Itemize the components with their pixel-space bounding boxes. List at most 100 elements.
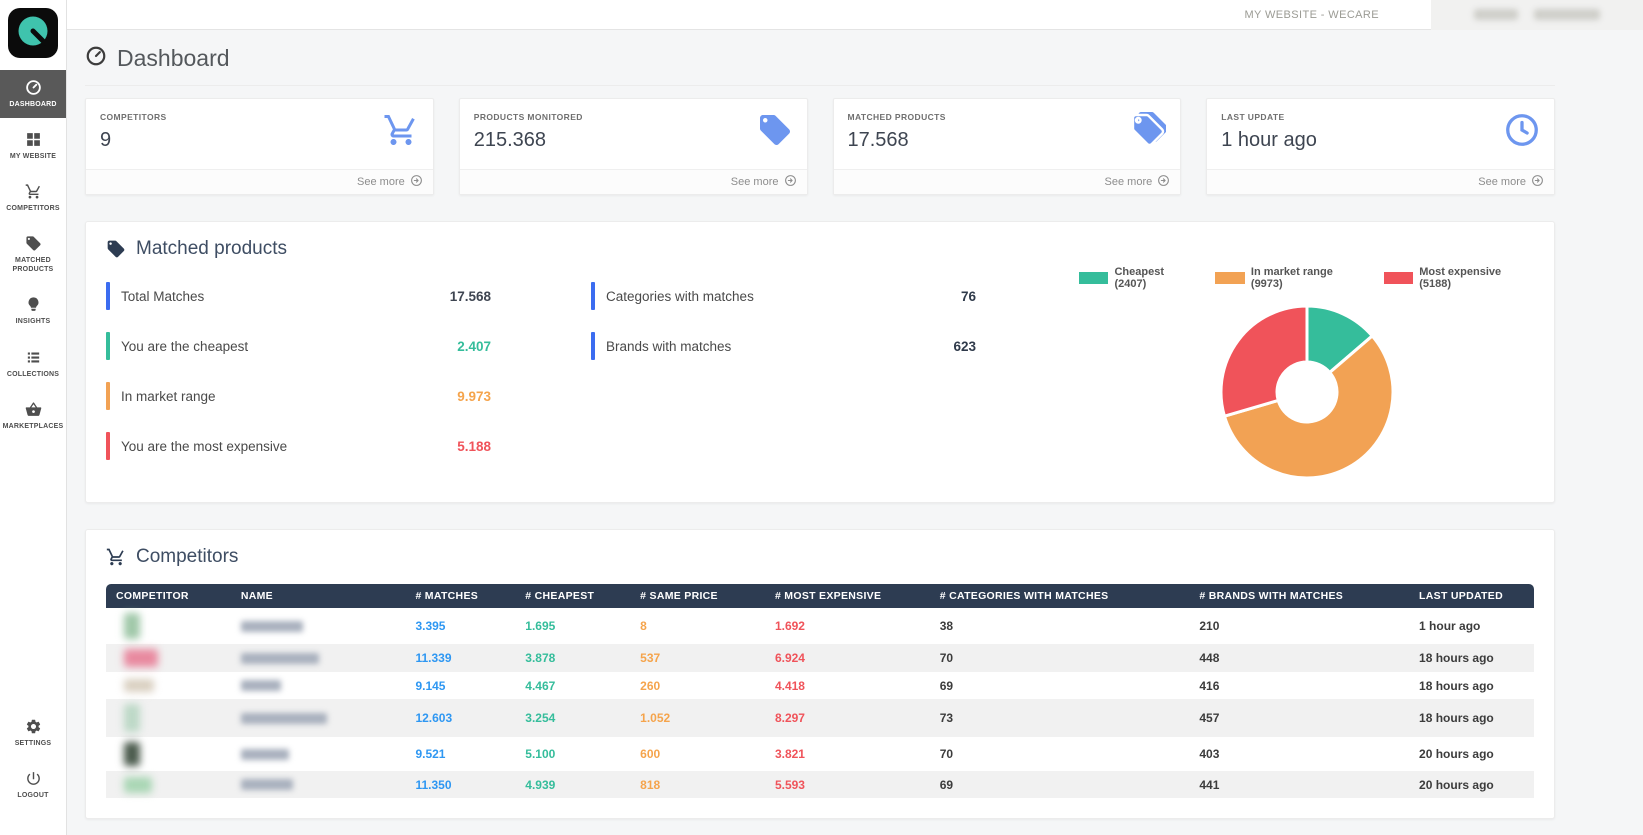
cell-brands-with-matches: 416 [1189, 672, 1409, 699]
sidebar-footer: SETTINGS LOGOUT [0, 709, 66, 813]
sidebar-item-competitors[interactable]: COMPETITORS [0, 174, 66, 222]
sidebar-item-marketplaces[interactable]: MARKETPLACES [0, 392, 66, 440]
donut-chart [1217, 302, 1397, 482]
stat-label: You are the most expensive [121, 439, 287, 454]
competitor-name-link[interactable] [241, 680, 281, 691]
cell [231, 644, 406, 672]
cell-same-price: 1.052 [630, 699, 765, 737]
cell [106, 737, 231, 771]
donut-slice-most-expensive[interactable] [1221, 306, 1307, 416]
matched-products-grid: Total Matches17.568You are the cheapest2… [106, 260, 1534, 482]
redacted-account [1534, 9, 1600, 20]
cell-matches: 9.521 [405, 737, 515, 771]
cell-brands-with-matches: 403 [1189, 737, 1409, 771]
cell-most-expensive: 5.593 [765, 771, 930, 798]
stat-card-label: PRODUCTS MONITORED [474, 112, 583, 122]
stat-color-bar [106, 332, 110, 360]
cart-icon [383, 112, 419, 153]
column-header-same-price: # SAME PRICE [630, 584, 765, 608]
cell-last-updated: 18 hours ago [1409, 644, 1534, 672]
gear-icon [25, 718, 42, 735]
page-title: Dashboard [117, 45, 230, 72]
tag-icon [757, 112, 793, 153]
column-header-most-expensive: # MOST EXPENSIVE [765, 584, 930, 608]
arrow-circle-icon [1531, 174, 1544, 190]
sidebar-item-label: LOGOUT [17, 791, 48, 800]
competitor-logo [124, 649, 158, 667]
account-panel[interactable] [1431, 0, 1643, 30]
cell-brands-with-matches: 448 [1189, 644, 1409, 672]
cell-brands-with-matches: 457 [1189, 699, 1409, 737]
sidebar-item-matched-products[interactable]: MATCHED PRODUCTS [0, 226, 66, 283]
clock-icon [1504, 112, 1540, 153]
cell [231, 608, 406, 644]
column-header-cheapest: # CHEAPEST [515, 584, 630, 608]
competitor-name-link[interactable] [241, 749, 289, 760]
stat-card-competitors: COMPETITORS9See more [85, 98, 434, 195]
cell-last-updated: 20 hours ago [1409, 737, 1534, 771]
stat-row-you-are-the-cheapest: You are the cheapest2.407 [106, 332, 491, 360]
sidebar-item-insights[interactable]: INSIGHTS [0, 287, 66, 335]
cell-categories-with-matches: 70 [930, 644, 1190, 672]
competitor-name-link[interactable] [241, 621, 303, 632]
cell-cheapest: 3.878 [515, 644, 630, 672]
cart-icon [106, 547, 126, 567]
legend-item-cheapest[interactable]: Cheapest (2407) [1079, 266, 1197, 290]
stat-card-value: 215.368 [474, 129, 583, 152]
app-logo[interactable] [8, 8, 58, 58]
cell-categories-with-matches: 70 [930, 737, 1190, 771]
stat-card-matched-products: MATCHED PRODUCTS17.568See more [833, 98, 1182, 195]
arrow-circle-icon [784, 174, 797, 190]
stat-row-in-market-range: In market range9.973 [106, 382, 491, 410]
sidebar-item-my-website[interactable]: MY WEBSITE [0, 122, 66, 170]
column-header-name: NAME [231, 584, 406, 608]
sidebar-item-label: DASHBOARD [9, 100, 56, 109]
sidebar-item-collections[interactable]: COLLECTIONS [0, 340, 66, 388]
column-header-brands-with-matches: # BRANDS WITH MATCHES [1189, 584, 1409, 608]
sidebar-item-settings[interactable]: SETTINGS [0, 709, 66, 757]
stat-value: 2.407 [457, 339, 491, 354]
see-more-link[interactable]: See more [1207, 169, 1554, 194]
chart-legend: Cheapest (2407) In market range (9973) Mos… [1079, 266, 1534, 290]
matched-stats-left: Total Matches17.568You are the cheapest2… [106, 260, 491, 482]
column-header-competitor: COMPETITOR [106, 584, 231, 608]
cell [106, 771, 231, 798]
stat-row-brands-with-matches: Brands with matches623 [591, 332, 976, 360]
stat-card-products-monitored: PRODUCTS MONITORED 215.368 See more [459, 98, 808, 195]
competitors-header: Competitors [106, 546, 1534, 568]
see-more-link[interactable]: See more [460, 169, 807, 194]
cell-same-price: 818 [630, 771, 765, 798]
legend-swatch [1215, 272, 1245, 284]
competitor-name-link[interactable] [241, 653, 319, 664]
dashboard-icon [25, 79, 42, 96]
competitor-logo [124, 679, 154, 692]
table-row: 11.3393.8785376.9247044818 hours ago [106, 644, 1534, 672]
basket-icon [25, 401, 42, 418]
stat-cards-row: COMPETITORS9See more PRODUCTS MONITORED 21… [85, 98, 1555, 195]
list-icon [25, 349, 42, 366]
logo-icon [8, 8, 58, 58]
competitor-name-link[interactable] [241, 779, 293, 790]
stat-label: Categories with matches [606, 289, 754, 304]
sidebar-item-dashboard[interactable]: DASHBOARD [0, 70, 66, 118]
competitor-logo [124, 742, 140, 766]
cell-cheapest: 4.467 [515, 672, 630, 699]
legend-label: In market range (9973) [1251, 266, 1366, 290]
sidebar-nav: DASHBOARD MY WEBSITECOMPETITORSMATCHED PR… [0, 70, 66, 444]
cell-brands-with-matches: 441 [1189, 771, 1409, 798]
grid-icon [25, 131, 42, 148]
cell-matches: 11.339 [405, 644, 515, 672]
cell-matches: 9.145 [405, 672, 515, 699]
cell-last-updated: 18 hours ago [1409, 699, 1534, 737]
stat-color-bar [106, 432, 110, 460]
legend-item-in-market-range[interactable]: In market range (9973) [1215, 266, 1365, 290]
stat-value: 9.973 [457, 389, 491, 404]
see-more-link[interactable]: See more [834, 169, 1181, 194]
stat-value: 76 [961, 289, 976, 304]
legend-item-most-expensive[interactable]: Most expensive (5188) [1384, 266, 1534, 290]
sidebar-item-logout[interactable]: LOGOUT [0, 761, 66, 809]
competitor-name-link[interactable] [241, 713, 327, 724]
stat-row-you-are-the-most-expensive: You are the most expensive5.188 [106, 432, 491, 460]
chart-column: Cheapest (2407) In market range (9973) Mos… [1079, 260, 1534, 482]
see-more-link[interactable]: See more [86, 169, 433, 194]
